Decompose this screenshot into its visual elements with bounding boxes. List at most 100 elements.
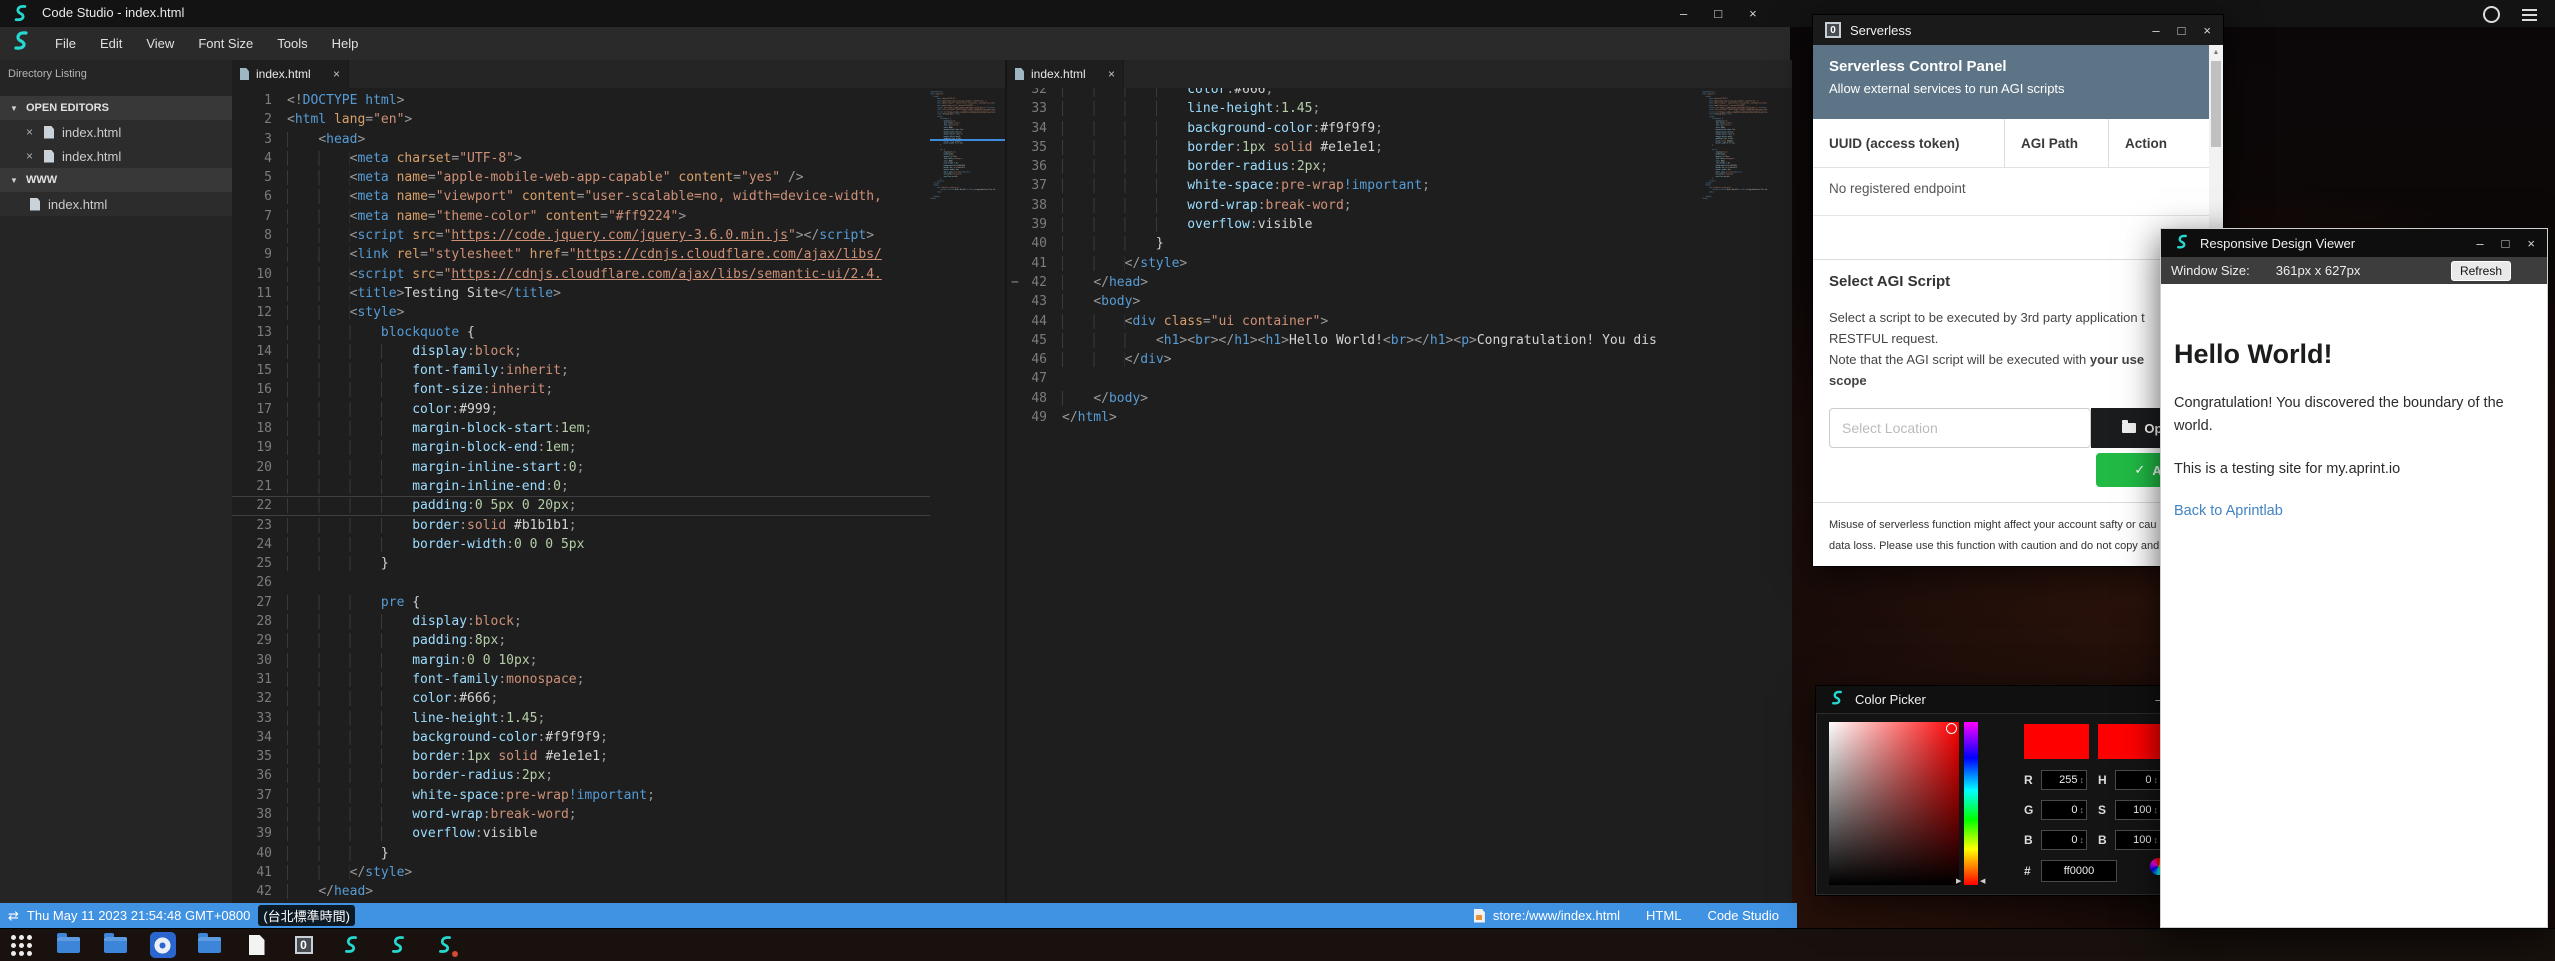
code-line-35[interactable]: 35 border:1px solid #e1e1e1; [1007, 138, 1702, 157]
folder-1-icon[interactable] [55, 932, 82, 959]
refresh-button[interactable]: Refresh [2451, 261, 2511, 281]
code-studio-2-icon[interactable] [384, 932, 411, 959]
code-line-16[interactable]: 16 font-size:inherit; [232, 380, 930, 399]
minimize-icon[interactable]: – [1680, 0, 1687, 27]
code-line-38[interactable]: 38 word-wrap:break-word; [232, 805, 930, 824]
code-line-4[interactable]: 4 <meta charset="UTF-8"> [232, 149, 930, 168]
code-line-38[interactable]: 38 word-wrap:break-word; [1007, 196, 1702, 215]
scrollbar-thumb[interactable] [2211, 61, 2221, 147]
code-line-21[interactable]: 21 margin-inline-end:0; [232, 477, 930, 496]
code-line-43[interactable]: 43 <body> [1007, 292, 1702, 311]
color-swatch-new[interactable] [2098, 724, 2164, 759]
code-line-40[interactable]: 40 } [232, 844, 930, 863]
menu-font-size[interactable]: Font Size [186, 27, 265, 60]
text-file-icon[interactable] [243, 932, 270, 959]
code-line-15[interactable]: 15 font-family:inherit; [232, 361, 930, 380]
code-line-5[interactable]: 5 <meta name="apple-mobile-web-app-capab… [232, 168, 930, 187]
tree-section-open-editors[interactable]: ▼OPEN EDITORS [0, 96, 232, 120]
code-line-7[interactable]: 7 <meta name="theme-color" content="#ff9… [232, 207, 930, 226]
close-tab-icon[interactable]: × [1108, 67, 1115, 81]
menu-file[interactable]: File [43, 27, 88, 60]
hue-marker-left-icon[interactable]: ▶ [1956, 877, 1961, 885]
h-value-input[interactable]: 0↕ [2115, 770, 2161, 790]
code-line-27[interactable]: 27 pre { [232, 593, 930, 612]
code-line-34[interactable]: 34 background-color:#f9f9f9; [1007, 119, 1702, 138]
color-swatch-current[interactable] [2024, 724, 2089, 759]
menu-help[interactable]: Help [320, 27, 371, 60]
close-icon[interactable]: × [26, 125, 44, 139]
code-line-10[interactable]: 10 <script src="https://cdnjs.cloudflare… [232, 265, 930, 284]
stepper-icon[interactable]: ↕ [2080, 775, 2085, 785]
tree-item-index.html[interactable]: ×index.html [0, 144, 232, 168]
viewer-title-bar[interactable]: Responsive Design Viewer – □ × [2161, 229, 2547, 257]
code-line-3[interactable]: 3 <head> [232, 130, 930, 149]
status-app-name[interactable]: Code Studio [1707, 908, 1779, 923]
code-line-30[interactable]: 30 margin:0 0 10px; [232, 651, 930, 670]
minimap[interactable]: <!DOCTYPE html><html lang="en"> <head> <… [1702, 91, 1777, 891]
tab-index-html[interactable]: index.html × [232, 60, 349, 88]
stepper-icon[interactable]: ↕ [2080, 805, 2085, 815]
folder-3-icon[interactable] [196, 932, 223, 959]
code-line-41[interactable]: 41 </style> [1007, 254, 1702, 273]
code-line-44[interactable]: 44 <div class="ui container"> [1007, 312, 1702, 331]
code-line-32[interactable]: 32 color:#666; [1007, 88, 1702, 99]
code-line-12[interactable]: 12 <style> [232, 303, 930, 322]
code-line-33[interactable]: 33 line-height:1.45; [1007, 99, 1702, 118]
code-line-9[interactable]: 9 <link rel="stylesheet" href="https://c… [232, 245, 930, 264]
code-line-26[interactable]: 26 [232, 573, 930, 592]
saturation-square[interactable] [1829, 722, 1959, 885]
code-line-42[interactable]: −42 </head> [1007, 273, 1702, 292]
system-ring-icon[interactable] [2483, 6, 2500, 23]
code-line-25[interactable]: 25 } [232, 554, 930, 573]
serverless-title-bar[interactable]: 0 Serverless – □ × [1813, 15, 2223, 45]
system-menu-icon[interactable] [2522, 9, 2537, 21]
stepper-icon[interactable]: ↕ [2154, 775, 2159, 785]
maximize-icon[interactable]: □ [1714, 0, 1722, 27]
hex-value-input[interactable]: ff0000 [2041, 860, 2117, 882]
code-line-13[interactable]: 13 blockquote { [232, 323, 930, 342]
code-line-8[interactable]: 8 <script src="https://code.jquery.com/j… [232, 226, 930, 245]
code-line-18[interactable]: 18 margin-block-start:1em; [232, 419, 930, 438]
stepper-icon[interactable]: ↕ [2154, 835, 2159, 845]
code-line-2[interactable]: 2<html lang="en"> [232, 110, 930, 129]
close-icon[interactable]: × [1749, 0, 1757, 27]
minimap[interactable]: <!DOCTYPE html><html lang="en"> <head> <… [930, 91, 1005, 891]
code-line-36[interactable]: 36 border-radius:2px; [232, 766, 930, 785]
menu-tools[interactable]: Tools [265, 27, 319, 60]
hue-marker-right-icon[interactable]: ◀ [1980, 877, 1985, 885]
code-line-42[interactable]: 42 </head> [232, 882, 930, 901]
status-datetime[interactable]: Thu May 11 2023 21:54:48 GMT+0800 [27, 908, 250, 923]
media-player-icon[interactable] [149, 932, 176, 959]
code-line-22[interactable]: 22 padding:0 5px 0 20px; [232, 496, 930, 515]
code-line-45[interactable]: 45 <h1><br></h1><h1>Hello World!<br></h1… [1007, 331, 1702, 350]
menu-edit[interactable]: Edit [88, 27, 134, 60]
close-icon[interactable]: × [2203, 17, 2211, 44]
code-line-28[interactable]: 28 display:block; [232, 612, 930, 631]
code-line-39[interactable]: 39 overflow:visible [232, 824, 930, 843]
code-line-19[interactable]: 19 margin-block-end:1em; [232, 438, 930, 457]
code-line-47[interactable]: 47 [1007, 369, 1702, 388]
tab-index-html[interactable]: index.html × [1007, 60, 1124, 88]
code-studio-3-icon[interactable] [431, 932, 458, 959]
maximize-icon[interactable]: □ [2178, 17, 2186, 44]
folder-2-icon[interactable] [102, 932, 129, 959]
code-studio-1-icon[interactable] [337, 932, 364, 959]
back-to-aprintlab-link[interactable]: Back to Aprintlab [2174, 503, 2283, 519]
tree-section-www[interactable]: ▼WWW [0, 168, 232, 192]
code-line-37[interactable]: 37 white-space:pre-wrap!important; [232, 786, 930, 805]
app-grid-icon[interactable] [8, 932, 35, 959]
code-line-48[interactable]: 48 </body> [1007, 389, 1702, 408]
code-line-37[interactable]: 37 white-space:pre-wrap!important; [1007, 176, 1702, 195]
code-line-23[interactable]: 23 border:solid #b1b1b1; [232, 516, 930, 535]
code-line-31[interactable]: 31 font-family:monospace; [232, 670, 930, 689]
menu-view[interactable]: View [134, 27, 186, 60]
fold-icon[interactable]: − [1011, 273, 1019, 292]
code-editor[interactable]: 32 color:#666;33 line-height:1.45;34 bac… [1007, 88, 1702, 903]
code-editor[interactable]: 1<!DOCTYPE html>2<html lang="en">3 <head… [232, 88, 930, 903]
code-line-6[interactable]: 6 <meta name="viewport" content="user-sc… [232, 187, 930, 206]
s-value-input[interactable]: 100↕ [2115, 800, 2161, 820]
code-line-49[interactable]: 49</html> [1007, 408, 1702, 427]
code-line-46[interactable]: 46 </div> [1007, 350, 1702, 369]
scroll-up-icon[interactable]: ▲ [2209, 45, 2223, 56]
code-line-14[interactable]: 14 display:block; [232, 342, 930, 361]
